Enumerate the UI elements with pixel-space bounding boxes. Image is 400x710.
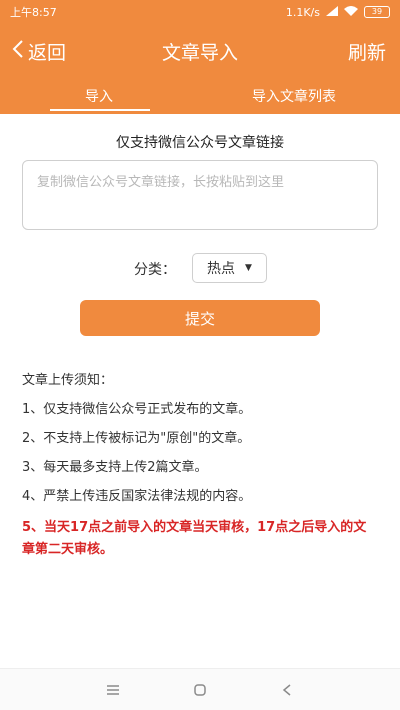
signal-icon xyxy=(326,5,338,19)
submit-button[interactable]: 提交 xyxy=(80,300,320,336)
battery-level: 39 xyxy=(371,7,383,16)
upload-notice: 文章上传须知： 1、仅支持微信公众号正式发布的文章。 2、不支持上传被标记为"原… xyxy=(22,372,378,561)
category-label: 分类： xyxy=(134,262,176,278)
home-nav-button[interactable] xyxy=(188,678,212,702)
category-select[interactable]: 热点 ▼ xyxy=(192,253,267,283)
status-time: 上午8:57 xyxy=(10,6,57,19)
back-nav-button[interactable] xyxy=(275,678,299,702)
tab-bar: 导入 导入文章列表 xyxy=(0,78,400,114)
dropdown-arrow-icon: ▼ xyxy=(245,263,252,273)
active-tab-indicator xyxy=(50,109,150,111)
refresh-button[interactable]: 刷新 xyxy=(348,38,386,65)
notice-warning: 5、当天17点之前导入的文章当天审核，17点之后导入的文章第二天审核。 xyxy=(22,520,367,557)
menu-nav-button[interactable] xyxy=(101,678,125,702)
battery-icon: 39 xyxy=(364,6,390,18)
wifi-icon xyxy=(344,5,358,19)
status-right: 1.1K/s 39 xyxy=(285,5,390,19)
notice-item: 1、仅支持微信公众号正式发布的文章。 xyxy=(22,402,252,417)
notice-heading: 文章上传须知： xyxy=(22,373,114,388)
article-link-input[interactable] xyxy=(22,160,378,230)
menu-icon xyxy=(107,684,120,695)
support-note: 仅支持微信公众号文章链接 xyxy=(116,135,284,151)
home-icon xyxy=(194,683,206,696)
title-bar: 返回 文章导入 刷新 xyxy=(0,24,400,78)
notice-item: 4、严禁上传违反国家法律法规的内容。 xyxy=(22,489,252,504)
network-speed: 1.1K/s xyxy=(285,5,320,19)
status-bar: 上午8:57 1.1K/s 39 xyxy=(0,0,400,24)
page-title: 文章导入 xyxy=(161,42,238,64)
tab-import-list[interactable]: 导入文章列表 xyxy=(252,86,336,106)
notice-item: 3、每天最多支持上传2篇文章。 xyxy=(22,460,208,475)
notice-item: 2、不支持上传被标记为"原创"的文章。 xyxy=(22,431,251,446)
back-triangle-icon xyxy=(282,683,291,696)
category-selected-value: 热点 xyxy=(207,261,236,277)
tab-import[interactable]: 导入 xyxy=(85,86,113,106)
system-nav-bar xyxy=(0,668,400,710)
